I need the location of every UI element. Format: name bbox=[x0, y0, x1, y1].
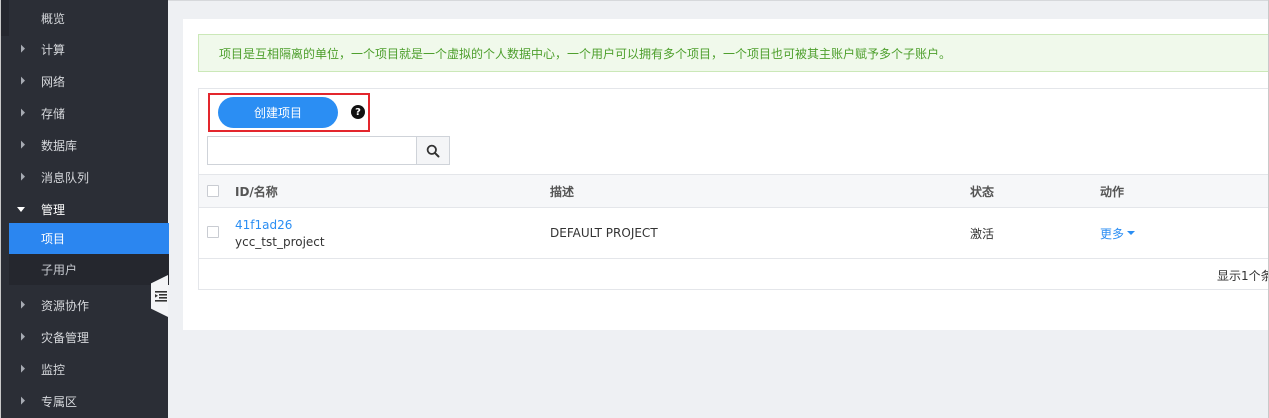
caret-right-icon bbox=[21, 396, 25, 405]
create-project-button[interactable]: 创建项目 bbox=[218, 97, 338, 128]
sidebar-item-label: 资源协作 bbox=[41, 298, 90, 313]
search-icon bbox=[426, 144, 440, 157]
sidebar-subitem-label: 项目 bbox=[41, 232, 66, 246]
collapse-menu-icon[interactable] bbox=[154, 289, 168, 303]
caret-down-icon bbox=[17, 207, 25, 212]
sidebar-item-label: 灾备管理 bbox=[41, 330, 90, 345]
column-header-status[interactable]: 状态 bbox=[970, 175, 994, 207]
sidebar-item-network[interactable]: 网络 bbox=[1, 67, 169, 95]
sidebar-item-label: 计算 bbox=[41, 42, 66, 57]
sidebar-item-compute[interactable]: 计算 bbox=[1, 35, 169, 63]
sidebar-item-dedicated-zone[interactable]: 专属区 bbox=[1, 387, 169, 415]
project-name: ycc_tst_project bbox=[235, 234, 325, 249]
project-id-link[interactable]: 41f1ad26 bbox=[235, 218, 292, 232]
project-list-card: 创建项目 ? ID/名称 描述 状态 动作 41f1ad26 ycc_tst_p… bbox=[198, 88, 1269, 290]
table-footer-count: 显示1个条 bbox=[1217, 269, 1269, 283]
sidebar-item-overview[interactable]: 概览 bbox=[1, 4, 169, 32]
caret-right-icon bbox=[21, 140, 25, 149]
status-cell: 激活 bbox=[970, 226, 995, 241]
column-header-actions: 动作 bbox=[1100, 184, 1125, 199]
notice-text: 项目是互相隔离的单位，一个项目就是一个虚拟的个人数据中心，一个用户可以拥有多个项… bbox=[219, 46, 952, 61]
table-row: 41f1ad26 ycc_tst_project DEFAULT PROJECT… bbox=[199, 208, 1269, 259]
search-button[interactable] bbox=[416, 136, 450, 165]
help-icon[interactable]: ? bbox=[351, 105, 365, 119]
more-actions-link[interactable]: 更多 bbox=[1100, 225, 1136, 242]
top-border bbox=[168, 0, 1269, 1]
more-actions-label: 更多 bbox=[1100, 226, 1125, 241]
sidebar-item-label: 消息队列 bbox=[41, 170, 90, 185]
caret-right-icon bbox=[21, 300, 25, 309]
sidebar-item-label: 存储 bbox=[41, 106, 66, 121]
sidebar-item-label: 数据库 bbox=[41, 138, 78, 153]
caret-right-icon bbox=[21, 172, 25, 181]
caret-right-icon bbox=[21, 44, 25, 53]
sidebar-subitem-label: 子用户 bbox=[41, 263, 78, 277]
info-notice: 项目是互相隔离的单位，一个项目就是一个虚拟的个人数据中心，一个用户可以拥有多个项… bbox=[198, 34, 1269, 72]
id-name-cell: 41f1ad26 ycc_tst_project bbox=[235, 208, 325, 258]
more-actions-dropdown[interactable]: 更多 bbox=[1100, 208, 1136, 258]
sidebar-item-resource-collab[interactable]: 资源协作 bbox=[1, 291, 169, 319]
column-header-description[interactable]: 描述 bbox=[550, 175, 574, 207]
main-panel: 项目是互相隔离的单位，一个项目就是一个虚拟的个人数据中心，一个用户可以拥有多个项… bbox=[183, 19, 1269, 330]
description-cell: DEFAULT PROJECT bbox=[550, 226, 658, 240]
sidebar-item-label: 监控 bbox=[41, 362, 66, 377]
select-all-checkbox[interactable] bbox=[207, 185, 219, 197]
sidebar-item-label: 专属区 bbox=[41, 394, 78, 409]
table-header: ID/名称 描述 状态 动作 bbox=[199, 174, 1269, 208]
sidebar-item-message-queue[interactable]: 消息队列 bbox=[1, 163, 169, 191]
row-checkbox[interactable] bbox=[207, 226, 219, 238]
sidebar-item-label: 网络 bbox=[41, 74, 66, 89]
caret-right-icon bbox=[21, 364, 25, 373]
sidebar-item-label: 概览 bbox=[41, 11, 66, 26]
sidebar-item-database[interactable]: 数据库 bbox=[1, 131, 169, 159]
sidebar-subitem-subusers[interactable]: 子用户 bbox=[9, 254, 169, 285]
caret-right-icon bbox=[21, 332, 25, 341]
chevron-down-icon bbox=[1127, 231, 1136, 235]
caret-right-icon bbox=[21, 76, 25, 85]
search-input[interactable] bbox=[207, 136, 417, 165]
sidebar-item-label: 管理 bbox=[41, 202, 66, 217]
column-header-id-name[interactable]: ID/名称 bbox=[235, 175, 278, 207]
sidebar: 概览 计算 网络 存储 数据库 消息队列 管理 项目 子用户 资源协作 灾备管理… bbox=[0, 0, 169, 418]
sidebar-item-storage[interactable]: 存储 bbox=[1, 99, 169, 127]
sidebar-item-management[interactable]: 管理 bbox=[1, 195, 169, 223]
sidebar-item-disaster-recovery[interactable]: 灾备管理 bbox=[1, 323, 169, 351]
sidebar-item-monitoring[interactable]: 监控 bbox=[1, 355, 169, 383]
sidebar-subitem-projects[interactable]: 项目 bbox=[9, 223, 169, 254]
caret-right-icon bbox=[21, 108, 25, 117]
